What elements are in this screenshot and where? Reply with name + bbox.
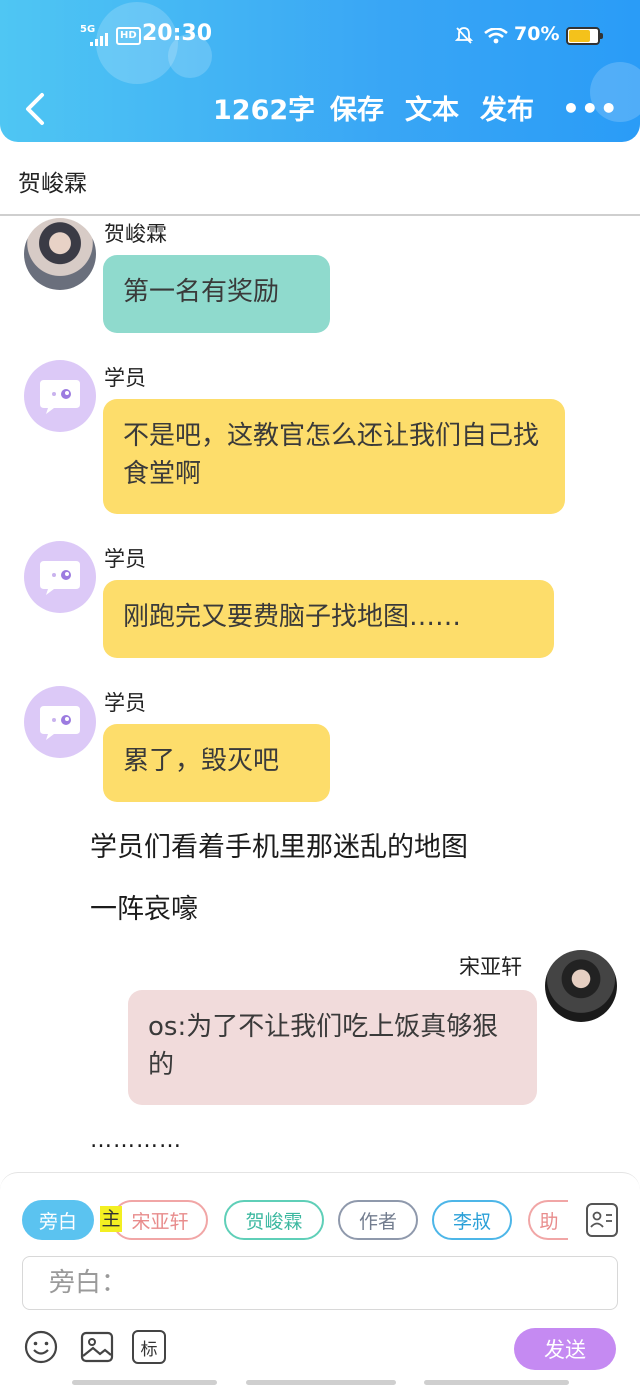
chevron-left-icon[interactable] (22, 92, 48, 126)
message-bubble[interactable]: 不是吧，这教官怎么还让我们自己找食堂啊 (103, 399, 565, 514)
message-bubble[interactable]: 累了，毁灭吧 (103, 724, 330, 802)
top-header: 5G HD 20:30 70% 1262字 保存 文本 发布 ••• (0, 0, 640, 142)
nav-indicator (424, 1380, 569, 1385)
wifi-icon (484, 28, 508, 44)
hd-badge: HD (116, 27, 141, 45)
message-bubble[interactable]: 刚跑完又要费脑子找地图…… (103, 580, 554, 658)
emoji-icon[interactable] (24, 1330, 58, 1364)
signal-icon (90, 32, 112, 46)
ellipsis-text[interactable]: ………… (90, 1128, 182, 1153)
speaker-name: 宋亚轩 (459, 955, 522, 979)
message-bubble[interactable]: os:为了不让我们吃上饭真够狠的 (128, 990, 537, 1105)
speaker-name: 学员 (104, 691, 146, 715)
battery-icon (566, 27, 603, 45)
role-chip-author[interactable]: 作者 (338, 1200, 418, 1240)
message-bubble[interactable]: 第一名有奖励 (103, 255, 330, 333)
battery-percent: 70% (514, 23, 560, 45)
story-title: 贺峻霖 (18, 171, 87, 197)
role-chip-narration[interactable]: 旁白 (22, 1200, 94, 1240)
image-icon[interactable] (80, 1330, 114, 1364)
text-button[interactable]: 文本 (405, 88, 459, 127)
mark-tag-icon[interactable]: 标 (132, 1330, 166, 1364)
save-button[interactable]: 保存 (330, 88, 384, 127)
message-input-field[interactable] (23, 1257, 640, 1309)
chat-bubble-icon (40, 561, 80, 595)
speaker-name: 贺峻霖 (104, 222, 167, 246)
role-chip-li[interactable]: 李叔 (432, 1200, 512, 1240)
role-chip-helper[interactable]: 助 (528, 1200, 568, 1240)
role-chip-he[interactable]: 贺峻霖 (224, 1200, 324, 1240)
nav-indicator (246, 1380, 396, 1385)
nav-indicator (72, 1380, 217, 1385)
chat-bubble-icon (40, 706, 80, 740)
status-bar: 5G HD 20:30 70% (0, 18, 640, 54)
avatar[interactable] (24, 218, 96, 290)
speaker-name: 学员 (104, 547, 146, 571)
speaker-name: 学员 (104, 366, 146, 390)
chat-bubble-icon (40, 380, 80, 414)
narration-text[interactable]: 学员们看着手机里那迷乱的地图 (90, 825, 468, 864)
mute-bell-icon (455, 27, 473, 44)
more-icon[interactable]: ••• (562, 92, 619, 125)
divider (0, 214, 640, 216)
role-chip-song[interactable]: 宋亚轩 (112, 1200, 208, 1240)
avatar[interactable] (24, 541, 96, 613)
contact-card-icon[interactable] (586, 1203, 618, 1237)
send-button[interactable]: 发送 (514, 1328, 616, 1370)
avatar[interactable] (24, 360, 96, 432)
main-role-tag: 主 (100, 1206, 122, 1232)
publish-button[interactable]: 发布 (480, 88, 534, 127)
narration-text[interactable]: 一阵哀嚎 (90, 887, 198, 926)
word-count: 1262字 (213, 95, 316, 126)
clock: 20:30 (142, 21, 213, 46)
avatar[interactable] (24, 686, 96, 758)
message-input[interactable] (22, 1256, 640, 1310)
avatar[interactable] (545, 950, 617, 1022)
